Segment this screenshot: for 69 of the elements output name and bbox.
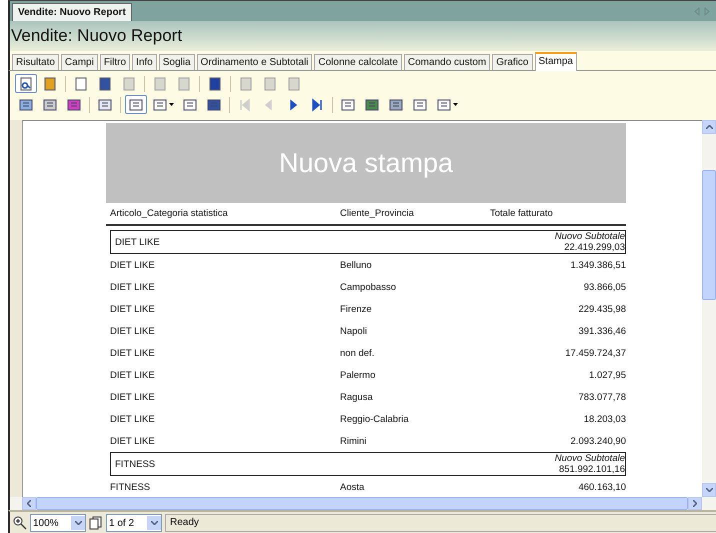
- pages-icon: [89, 516, 103, 530]
- tab[interactable]: Grafico: [492, 54, 532, 70]
- table-cell-text: 783.077,78: [577, 392, 626, 402]
- scroll-down-icon[interactable]: [706, 488, 712, 492]
- table-cell-text: 391.336,46: [577, 326, 626, 336]
- caret-icon: [169, 103, 174, 106]
- table-cell-text: Aosta: [340, 482, 366, 492]
- document-tab[interactable]: Vendite: Nuovo Report: [12, 3, 132, 21]
- vertical-scrollbar[interactable]: [702, 120, 716, 497]
- table-cell-text: 93.866,05: [582, 282, 626, 292]
- table-cell-text: DIET LIKE: [110, 282, 156, 292]
- report-heading: Nuova stampa: [278, 148, 454, 178]
- table-cell-text: DIET LIKE: [110, 260, 156, 270]
- caret-icon: [150, 521, 158, 525]
- table-cell-text: DIET LIKE: [110, 392, 156, 402]
- scroll-right-icon[interactable]: [693, 500, 697, 507]
- group-name: FITNESS: [115, 458, 156, 470]
- table-cell-text: Campobasso: [340, 282, 397, 292]
- table-cell-text: DIET LIKE: [110, 370, 156, 380]
- subtotal-label: Nuovo Subtotale: [554, 231, 625, 242]
- subtotal-label: Nuovo Subtotale: [554, 453, 625, 464]
- table-cell-text: 17.459.724,37: [564, 348, 626, 358]
- page-dropdown[interactable]: 1 of 2: [106, 514, 162, 532]
- table-cell-text: Ragusa: [340, 392, 374, 402]
- table-cell-text: 229.435,98: [577, 304, 626, 314]
- tab[interactable]: Comando custom: [404, 54, 490, 70]
- table-cell-text: Belluno: [340, 260, 373, 270]
- zoom-dropdown[interactable]: 100%: [30, 514, 86, 532]
- tab[interactable]: Campi: [60, 54, 98, 70]
- tab[interactable]: Ordinamento e Subtotali: [196, 54, 312, 70]
- group-name: DIET LIKE: [115, 236, 160, 248]
- scroll-left-icon[interactable]: [27, 500, 31, 507]
- table-cell-text: 2.093.240,90: [570, 436, 626, 446]
- report-title: Vendite: Nuovo Report: [10, 26, 182, 46]
- tab[interactable]: Info: [132, 54, 157, 70]
- table-cell-text: DIET LIKE: [110, 436, 156, 446]
- table-cell-text: 1.027,95: [588, 370, 626, 380]
- column-header: Totale fatturato: [490, 208, 554, 218]
- column-header: Cliente_Provincia: [340, 208, 415, 218]
- table-cell-text: non def.: [340, 348, 376, 358]
- caret-icon: [74, 521, 82, 525]
- tab[interactable]: Colonne calcolate: [314, 54, 402, 70]
- tab[interactable]: Filtro: [100, 54, 130, 70]
- subtotal-value: 22.419.299,03: [564, 242, 625, 253]
- caret-icon: [453, 103, 458, 106]
- table-cell-text: DIET LIKE: [110, 414, 156, 424]
- scrollbar-thumb[interactable]: [702, 170, 716, 300]
- hand-button[interactable]: [125, 95, 147, 114]
- table-cell-text: Napoli: [340, 326, 368, 336]
- tab[interactable]: Soglia: [158, 54, 195, 70]
- print-preview-button[interactable]: [15, 74, 37, 93]
- table-cell-text: 1.349.386,51: [570, 260, 626, 270]
- status-text: Ready: [165, 514, 716, 532]
- table-cell-text: 460.163,10: [577, 482, 626, 492]
- subtotal-value: 851.992.101,16: [558, 464, 625, 475]
- column-header: Articolo_Categoria statistica: [110, 208, 229, 218]
- table-cell-text: 18.203,03: [582, 414, 626, 424]
- table-cell-text: DIET LIKE: [110, 326, 156, 336]
- table-cell-text: Rimini: [340, 436, 368, 446]
- tab[interactable]: Stampa: [534, 52, 577, 71]
- tab[interactable]: Risultato: [12, 54, 59, 70]
- table-cell-text: Firenze: [340, 304, 373, 314]
- scroll-up-icon[interactable]: [706, 125, 712, 129]
- table-cell-text: DIET LIKE: [110, 348, 156, 358]
- print-preview-icon: [18, 76, 34, 92]
- table-cell-text: Palermo: [340, 370, 376, 380]
- table-cell-text: Reggio-Calabria: [340, 414, 410, 424]
- table-cell-text: DIET LIKE: [110, 304, 156, 314]
- table-cell-text: FITNESS: [110, 482, 152, 492]
